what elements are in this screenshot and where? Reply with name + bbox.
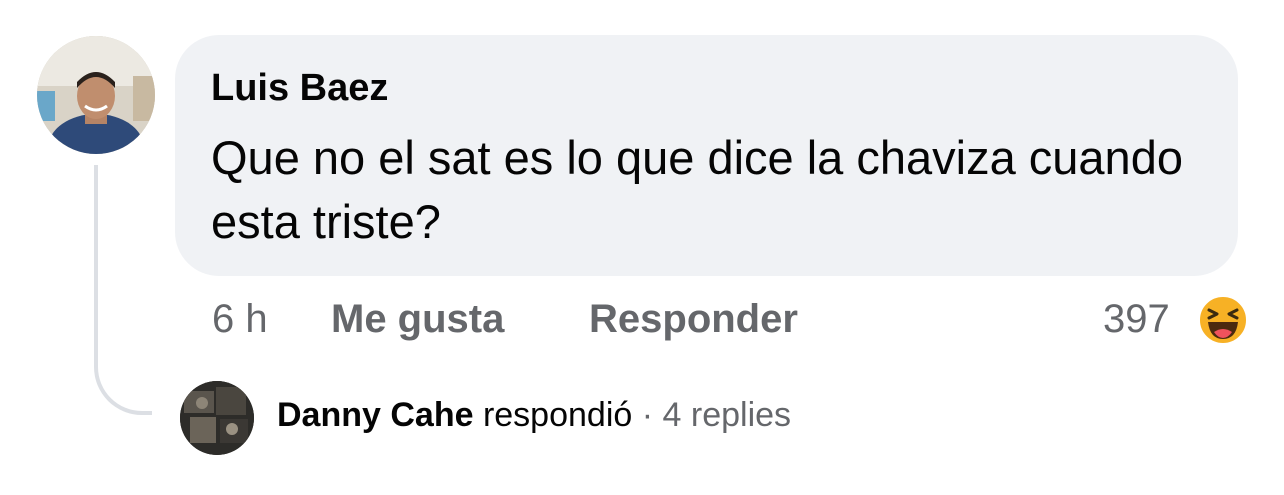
reply-verb: respondió [482,396,633,434]
reaction-count[interactable]: 397 [1103,297,1170,342]
comment-timestamp[interactable]: 6 h [212,297,268,342]
reply-avatar[interactable] [180,381,254,455]
comment-thread: Luis Baez Que no el sat es lo que dice l… [0,0,1284,495]
comment-author[interactable]: Luis Baez [211,67,388,110]
like-button[interactable]: Me gusta [331,297,504,342]
haha-reaction-icon[interactable] [1198,295,1248,345]
reply-button[interactable]: Responder [589,297,798,342]
reply-profile-photo-icon [180,381,254,455]
reply-author-name: Danny Cahe [277,396,474,434]
comment-text: Que no el sat es lo que dice la chaviza … [211,131,1183,248]
avatar[interactable] [37,36,155,154]
profile-photo-icon [37,36,155,154]
reply-count: 4 replies [662,396,792,434]
separator-dot: · [641,396,654,434]
thread-connector-line [94,165,152,415]
view-replies-link[interactable]: Danny Cahe respondió · 4 replies [277,396,791,435]
